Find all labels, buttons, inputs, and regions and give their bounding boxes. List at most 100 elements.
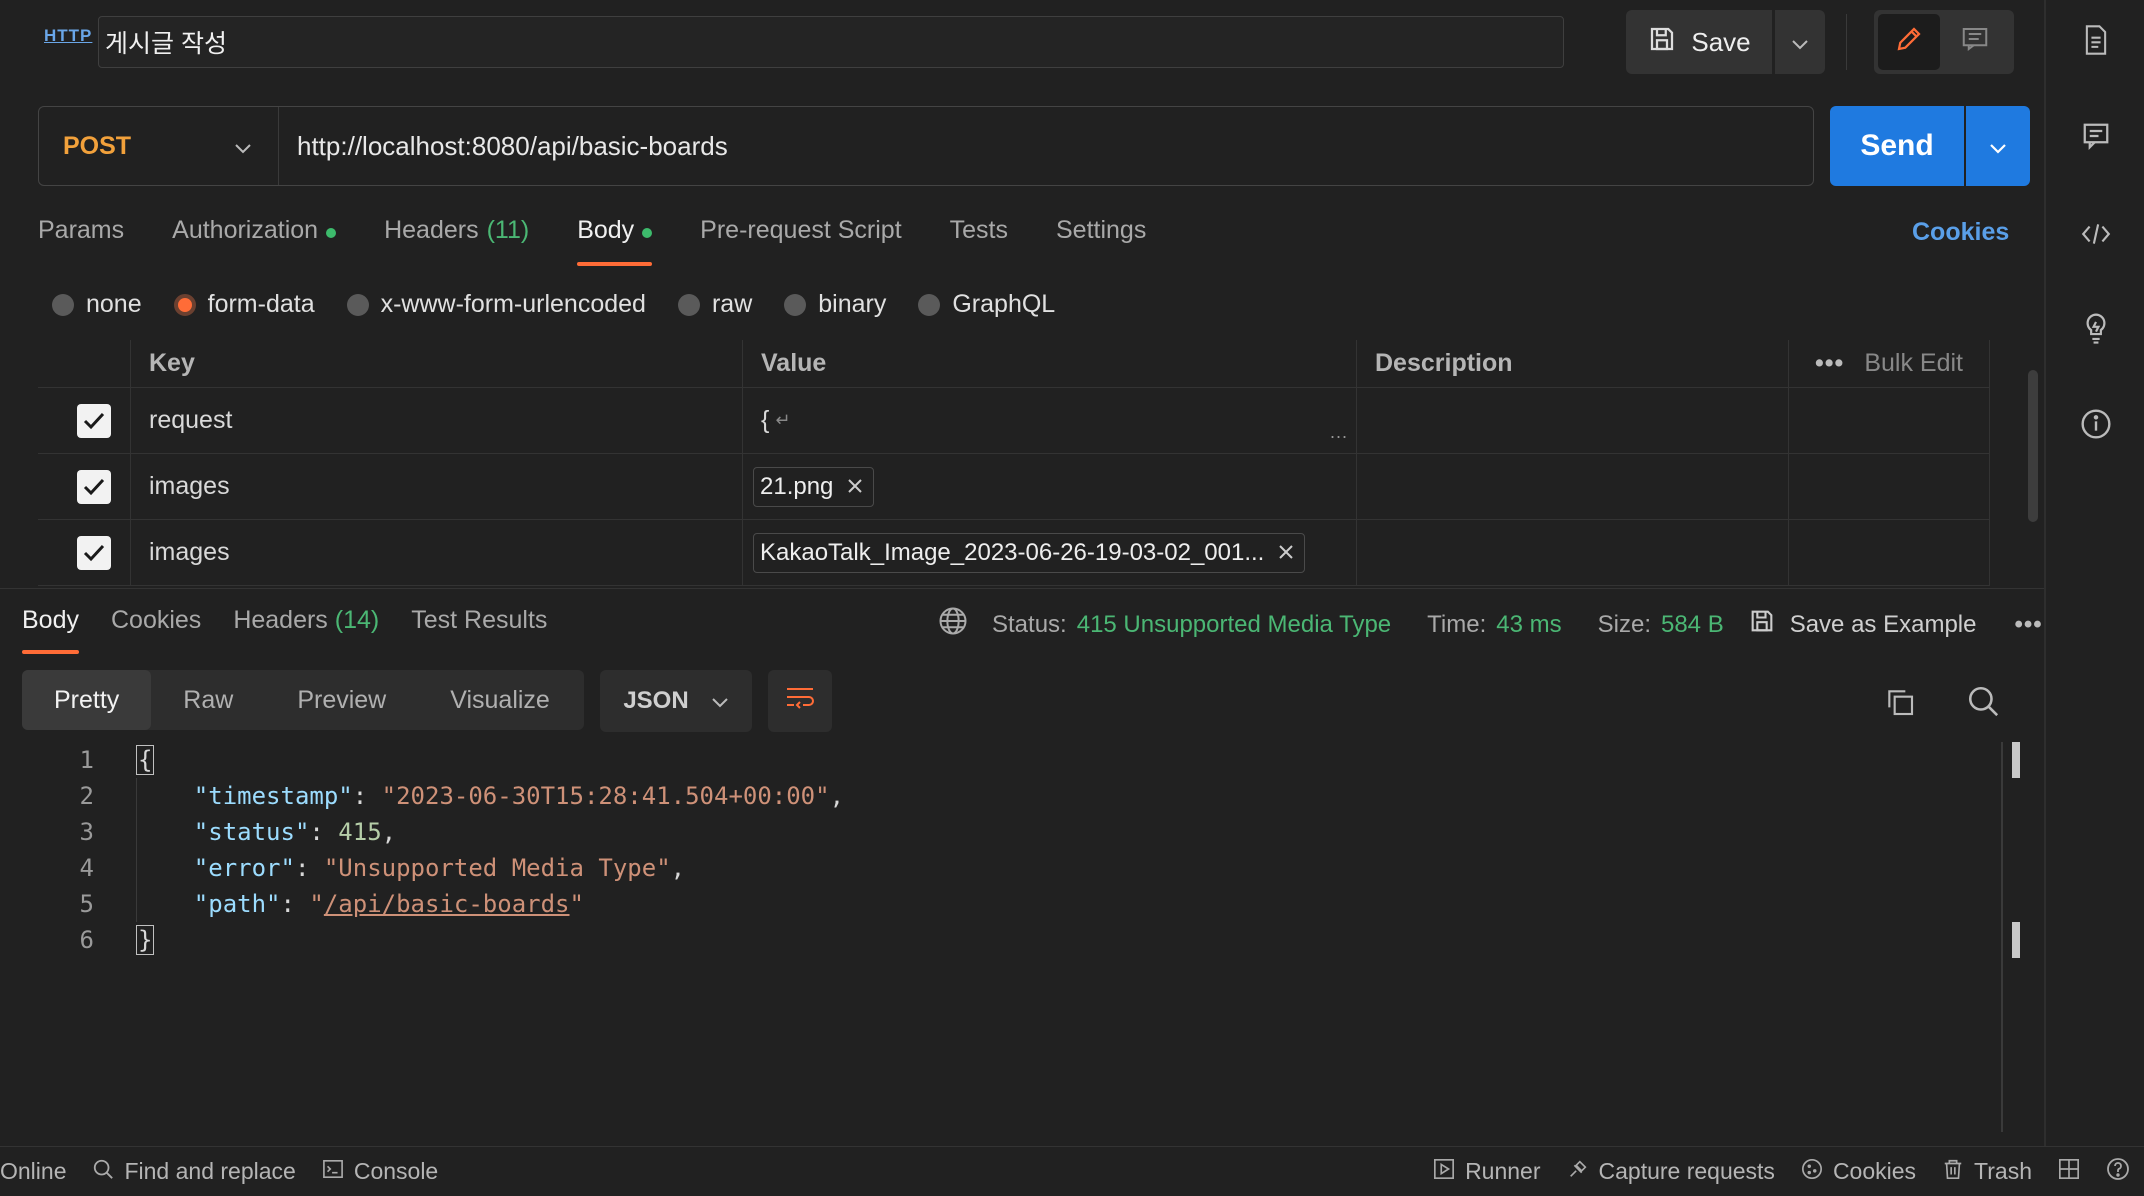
tab-params[interactable]: Params: [38, 216, 124, 266]
close-icon[interactable]: [1278, 539, 1294, 567]
runner-button[interactable]: Runner: [1433, 1158, 1541, 1186]
status-value[interactable]: 415 Unsupported Media Type: [1077, 611, 1391, 639]
row-description[interactable]: [1356, 388, 1788, 453]
cookies-label: Cookies: [1832, 1158, 1917, 1184]
url-input[interactable]: http://localhost:8080/api/basic-boards: [279, 131, 728, 162]
row-value[interactable]: { ↵ ...: [742, 388, 1356, 453]
tab-settings[interactable]: Settings: [1056, 216, 1146, 266]
save-as-example-button[interactable]: Save as Example: [1748, 607, 1976, 642]
open-brace: {: [136, 745, 155, 775]
info-icon[interactable]: [2080, 408, 2112, 440]
cookies-button[interactable]: Cookies: [1801, 1158, 1916, 1186]
trash-label: Trash: [1974, 1158, 2032, 1184]
json-quote: ": [309, 890, 324, 918]
row-description[interactable]: [1356, 520, 1788, 585]
tab-label: Body: [577, 216, 635, 244]
comments-icon[interactable]: [2080, 120, 2112, 152]
code-line: 3 "status": 415,: [0, 814, 2000, 850]
url-bar: POST http://localhost:8080/api/basic-boa…: [38, 106, 1814, 186]
more-options-icon[interactable]: •••: [1815, 349, 1844, 378]
capture-label: Capture requests: [1598, 1158, 1775, 1184]
capture-requests-button[interactable]: Capture requests: [1567, 1158, 1775, 1186]
size-value[interactable]: 584 B: [1661, 611, 1724, 639]
tab-headers[interactable]: Headers (11): [384, 216, 529, 266]
request-name-input[interactable]: 게시글 작성: [98, 16, 1564, 68]
method-select[interactable]: POST: [39, 107, 279, 185]
json-value: "2023-06-30T15:28:41.504+00:00": [381, 782, 830, 810]
bulk-edit-link[interactable]: Bulk Edit: [1864, 349, 1963, 378]
tab-test-results[interactable]: Test Results: [411, 606, 547, 654]
check-icon: [77, 403, 111, 438]
tab-tests[interactable]: Tests: [950, 216, 1008, 266]
tab-response-headers[interactable]: Headers (14): [233, 606, 379, 654]
view-preview[interactable]: Preview: [265, 670, 418, 730]
trash-button[interactable]: Trash: [1942, 1158, 2032, 1186]
tab-label: Authorization: [172, 216, 319, 244]
table-header-row: Key Value Description ••• Bulk Edit: [38, 340, 1990, 388]
save-button[interactable]: Save: [1626, 10, 1772, 74]
word-wrap-button[interactable]: [768, 670, 832, 732]
radio-none[interactable]: none: [52, 290, 142, 319]
layout-toggle-button[interactable]: [2058, 1158, 2080, 1186]
search-icon[interactable]: [1966, 684, 2000, 725]
view-raw[interactable]: Raw: [151, 670, 265, 730]
format-select[interactable]: JSON: [600, 670, 752, 732]
tab-authorization[interactable]: Authorization: [172, 216, 337, 266]
row-key[interactable]: images: [130, 520, 742, 585]
header-checkbox-column: [38, 340, 130, 387]
radio-x-www-form-urlencoded[interactable]: x-www-form-urlencoded: [346, 290, 646, 319]
tab-pre-request-script[interactable]: Pre-request Script: [700, 216, 901, 266]
send-button[interactable]: Send: [1830, 106, 1964, 186]
save-options-button[interactable]: [1775, 10, 1825, 74]
find-and-replace-button[interactable]: Find and replace: [92, 1158, 296, 1186]
time-value[interactable]: 43 ms: [1496, 611, 1561, 639]
json-path-link[interactable]: /api/basic-boards: [324, 890, 570, 918]
console-button[interactable]: Console: [322, 1158, 438, 1185]
row-checkbox[interactable]: [38, 388, 130, 453]
body-type-radio-group: none form-data x-www-form-urlencoded raw…: [52, 290, 1055, 319]
cookies-link[interactable]: Cookies: [1912, 218, 2009, 247]
radio-graphql[interactable]: GraphQL: [918, 290, 1055, 319]
chevron-down-icon: [1989, 132, 2007, 161]
tab-label: Body: [22, 606, 79, 634]
file-name: KakaoTalk_Image_2023-06-26-19-03-02_001.…: [760, 538, 1265, 566]
line-number: 6: [79, 926, 94, 954]
response-view-toggle: Pretty Raw Preview Visualize: [22, 670, 584, 730]
expand-ellipsis-icon[interactable]: ...: [1330, 422, 1348, 443]
documentation-icon[interactable]: [2080, 24, 2112, 56]
view-visualize[interactable]: Visualize: [418, 670, 582, 730]
radio-raw[interactable]: raw: [677, 290, 752, 319]
modified-dot: [326, 228, 337, 238]
comment-mode-button[interactable]: [1944, 14, 2006, 70]
row-checkbox[interactable]: [38, 520, 130, 585]
close-icon[interactable]: [847, 473, 863, 501]
lightbulb-icon[interactable]: [2080, 312, 2112, 344]
row-value[interactable]: KakaoTalk_Image_2023-06-26-19-03-02_001.…: [742, 520, 1356, 585]
radio-label: binary: [818, 290, 887, 318]
tab-response-body[interactable]: Body: [22, 606, 79, 654]
tab-label: Test Results: [411, 606, 548, 634]
help-button[interactable]: [2106, 1157, 2130, 1187]
online-status[interactable]: Online: [0, 1158, 66, 1185]
radio-form-data[interactable]: form-data: [173, 290, 315, 319]
close-brace: }: [136, 925, 155, 955]
edit-mode-button[interactable]: [1878, 14, 1940, 70]
code-icon[interactable]: [2080, 218, 2112, 250]
row-value[interactable]: 21.png: [742, 454, 1356, 519]
globe-icon[interactable]: [938, 606, 968, 643]
row-key[interactable]: request: [130, 388, 742, 453]
tab-body[interactable]: Body: [577, 216, 653, 266]
view-pretty[interactable]: Pretty: [22, 670, 152, 730]
table-scrollbar[interactable]: [2028, 370, 2038, 522]
more-options-icon[interactable]: •••: [2014, 611, 2042, 639]
copy-icon[interactable]: [1884, 686, 1916, 725]
editor-scrollbar-track[interactable]: [2001, 742, 2003, 1132]
response-body-editor[interactable]: 1{ 2 "timestamp": "2023-06-30T15:28:41.5…: [0, 742, 2000, 958]
tab-response-cookies[interactable]: Cookies: [111, 606, 201, 654]
row-key[interactable]: images: [130, 454, 742, 519]
row-checkbox[interactable]: [38, 454, 130, 519]
row-actions: [1788, 388, 1990, 453]
row-description[interactable]: [1356, 454, 1788, 519]
radio-binary[interactable]: binary: [784, 290, 886, 319]
send-options-button[interactable]: [1966, 106, 2030, 186]
